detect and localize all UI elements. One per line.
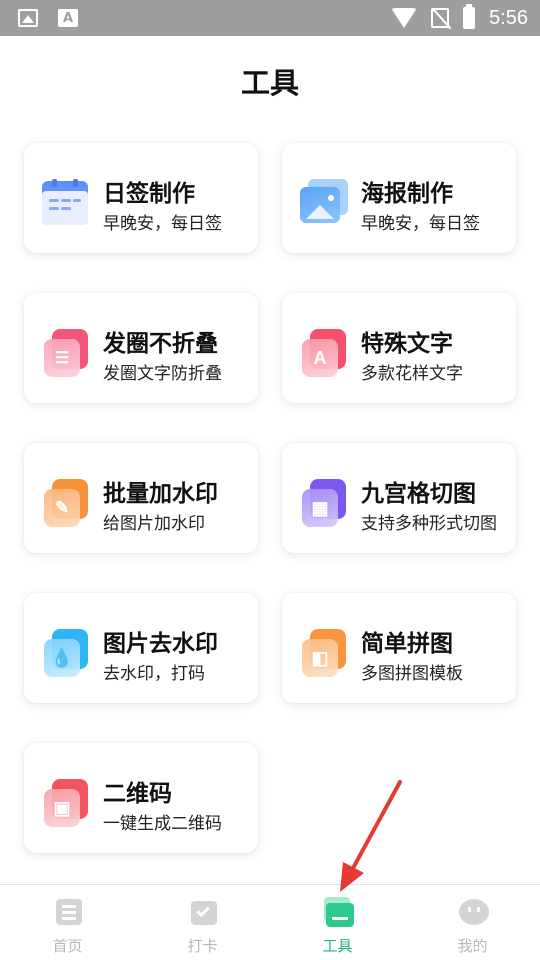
- droplet-icon: 💧: [42, 629, 90, 677]
- tool-title: 发圈不折叠: [103, 331, 218, 357]
- tool-card-batch-watermark[interactable]: ✎ 批量加水印 给图片加水印: [24, 443, 258, 553]
- clock: 5:56: [489, 6, 528, 29]
- tool-title: 批量加水印: [103, 481, 218, 507]
- home-icon: [52, 895, 84, 927]
- tool-title: 海报制作: [361, 181, 453, 207]
- tool-title: 日签制作: [103, 181, 195, 207]
- tool-title: 九宫格切图: [361, 481, 476, 507]
- status-bar: A 5:56: [0, 0, 540, 36]
- tool-subtitle: 多款花样文字: [361, 364, 463, 384]
- battery-icon: [463, 4, 476, 29]
- tool-card-poster[interactable]: 海报制作 早晚安，每日签: [282, 143, 516, 253]
- tool-card-no-fold[interactable]: ☰ 发圈不折叠 发圈文字防折叠: [24, 293, 258, 403]
- profile-icon: [457, 895, 489, 927]
- tool-subtitle: 支持多种形式切图: [361, 514, 497, 534]
- bottom-tab-bar: 首页 打卡 工具 我的: [0, 884, 540, 960]
- calendar-icon: [42, 179, 90, 227]
- tab-profile[interactable]: 我的: [405, 885, 540, 960]
- check-in-icon: [187, 895, 219, 927]
- tab-home[interactable]: 首页: [0, 885, 135, 960]
- tool-title: 简单拼图: [361, 631, 453, 657]
- tab-label: 我的: [457, 937, 488, 955]
- tab-tools[interactable]: 工具: [270, 885, 405, 960]
- document-icon: ☰: [42, 329, 90, 377]
- tool-card-nine-grid[interactable]: ▦ 九宫格切图 支持多种形式切图: [282, 443, 516, 553]
- tab-label: 打卡: [187, 937, 218, 955]
- gallery-notification-icon: [18, 9, 38, 27]
- tool-title: 特殊文字: [361, 331, 453, 357]
- font-notification-icon: A: [58, 9, 78, 27]
- no-sim-icon: [431, 8, 450, 28]
- tool-card-special-text[interactable]: A 特殊文字 多款花样文字: [282, 293, 516, 403]
- tab-check-in[interactable]: 打卡: [135, 885, 270, 960]
- tab-label: 工具: [322, 937, 353, 955]
- tool-title: 二维码: [103, 781, 172, 807]
- tool-subtitle: 发圈文字防折叠: [103, 364, 222, 384]
- tool-subtitle: 去水印，打码: [103, 664, 205, 684]
- tool-subtitle: 早晚安，每日签: [361, 214, 480, 234]
- grid-icon: ▦: [300, 479, 348, 527]
- qr-code-icon: ▣: [42, 779, 90, 827]
- tool-card-collage[interactable]: ◧ 简单拼图 多图拼图模板: [282, 593, 516, 703]
- tool-card-qr-code[interactable]: ▣ 二维码 一键生成二维码: [24, 743, 258, 853]
- tool-subtitle: 给图片加水印: [103, 514, 205, 534]
- tool-title: 图片去水印: [103, 631, 218, 657]
- wifi-icon: [391, 8, 418, 28]
- magic-wand-icon: ✎: [42, 479, 90, 527]
- image-icon: [300, 179, 348, 227]
- letter-a-icon: A: [300, 329, 348, 377]
- tool-subtitle: 多图拼图模板: [361, 664, 463, 684]
- tool-subtitle: 一键生成二维码: [103, 814, 222, 834]
- tools-icon: [322, 895, 354, 927]
- tool-card-daily-sign[interactable]: 日签制作 早晚安，每日签: [24, 143, 258, 253]
- collage-icon: ◧: [300, 629, 348, 677]
- tab-label: 首页: [52, 937, 83, 955]
- tool-card-remove-watermark[interactable]: 💧 图片去水印 去水印，打码: [24, 593, 258, 703]
- tool-subtitle: 早晚安，每日签: [103, 214, 222, 234]
- page-title: 工具: [240, 66, 299, 100]
